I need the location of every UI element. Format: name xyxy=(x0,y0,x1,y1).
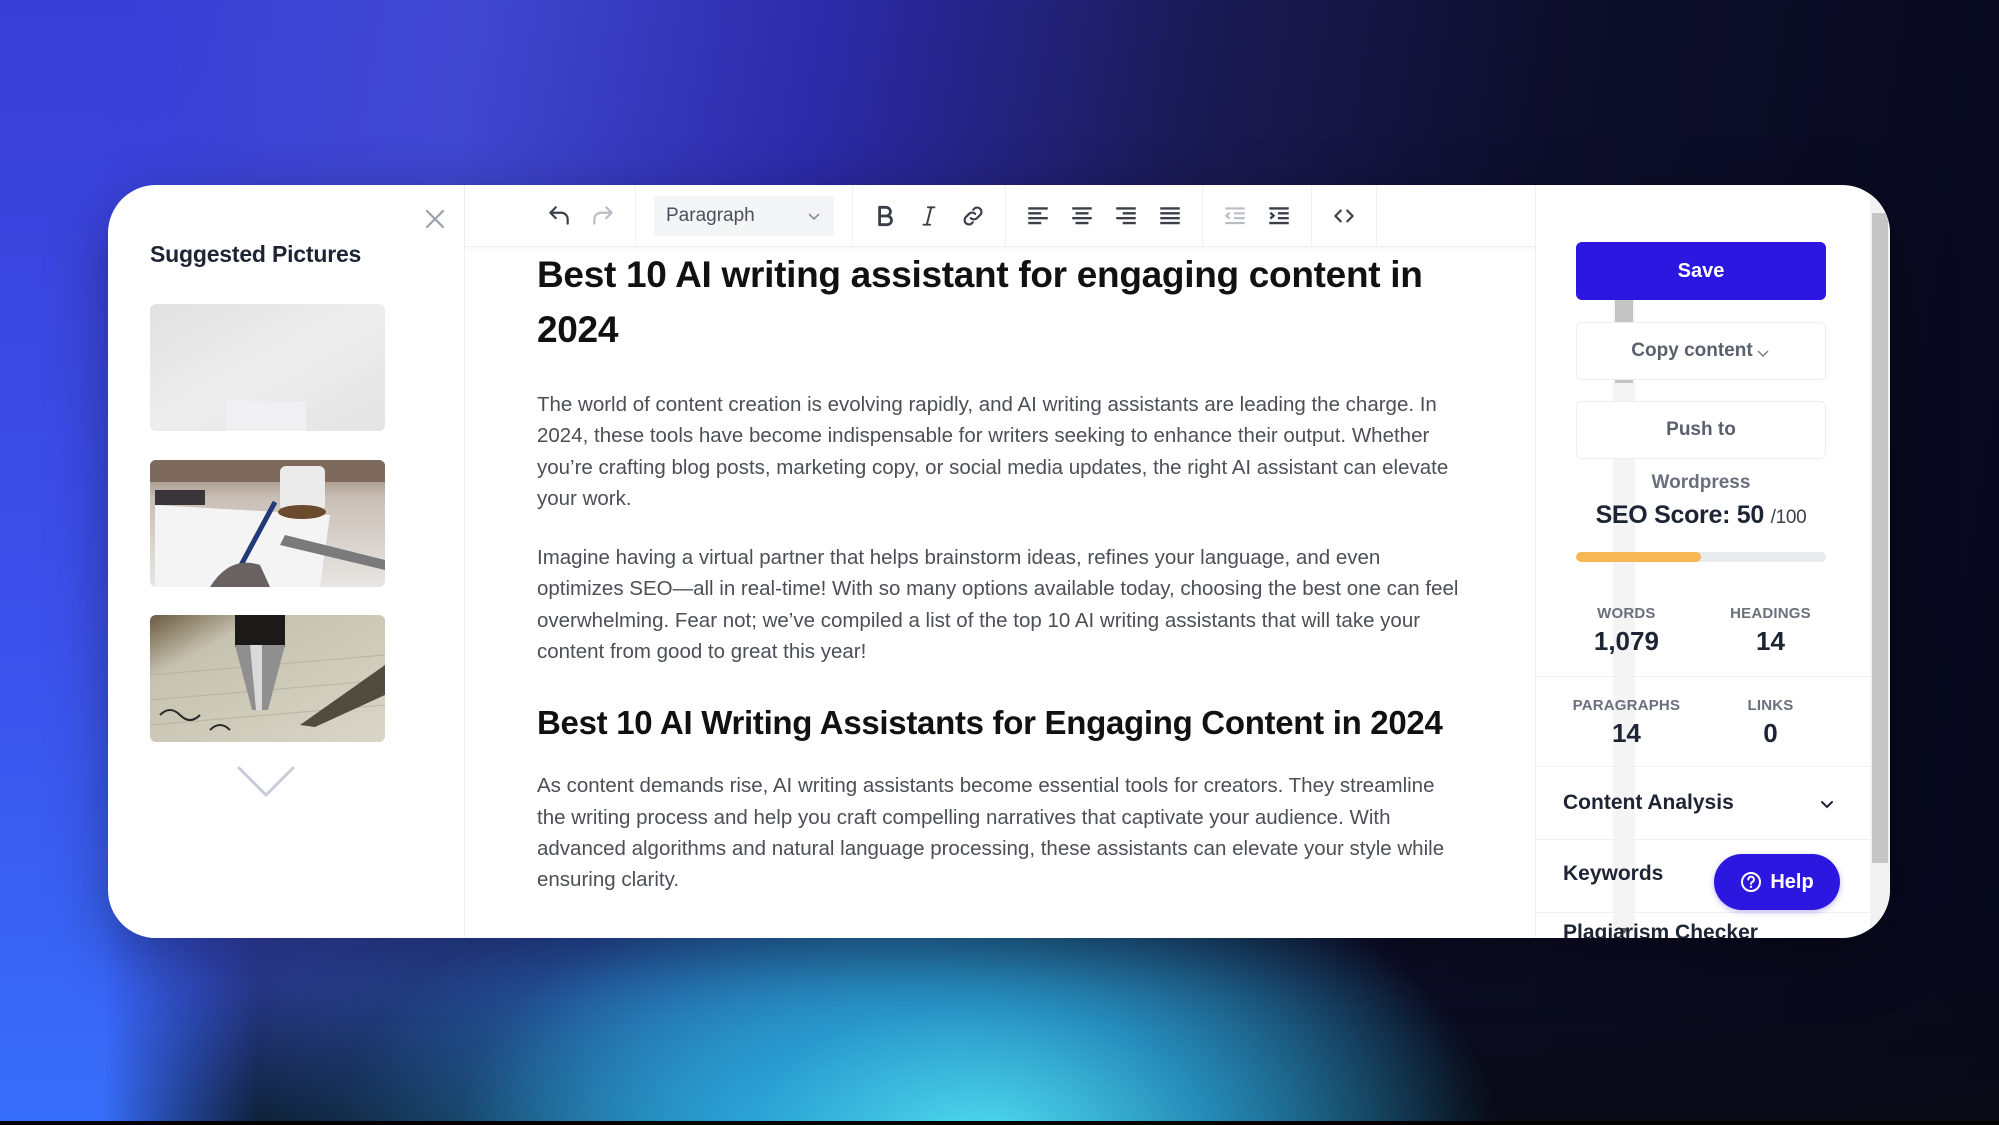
copy-content-button[interactable]: Copy content xyxy=(1576,322,1826,380)
align-center-icon xyxy=(1072,206,1092,224)
stat-label: PARAGRAPHS xyxy=(1572,697,1681,714)
seo-score-label: SEO Score: xyxy=(1595,501,1731,529)
stat-label: HEADINGS xyxy=(1730,605,1811,622)
more-pictures-button[interactable] xyxy=(236,765,296,799)
align-justify-button[interactable] xyxy=(1148,196,1192,236)
picture-blank-desk xyxy=(150,304,385,431)
push-to-button[interactable]: Push to xyxy=(1576,401,1826,459)
link-icon xyxy=(963,205,983,226)
stat-headings: HEADINGS 14 xyxy=(1697,595,1844,676)
picture-writing-coffee xyxy=(150,460,385,587)
seo-score-value: 50 xyxy=(1736,501,1765,529)
redo-button[interactable] xyxy=(581,196,625,236)
block-format-select[interactable]: Paragraph xyxy=(654,195,834,236)
redo-icon xyxy=(593,205,613,225)
indent-button[interactable] xyxy=(1257,196,1301,236)
align-right-button[interactable] xyxy=(1104,196,1148,236)
undo-button[interactable] xyxy=(537,196,581,236)
link-button[interactable] xyxy=(951,196,995,236)
rich-text-editor: Paragraph Best 10 AI writing assistant f… xyxy=(465,185,1635,938)
align-justify-icon xyxy=(1160,206,1180,224)
close-panel-button[interactable] xyxy=(421,205,449,233)
seo-score: SEO Score: 50 /100 xyxy=(1576,501,1826,530)
copy-content-label: Copy content xyxy=(1631,340,1753,361)
content-analysis-section[interactable]: Content Analysis xyxy=(1536,767,1871,840)
chevron-down-icon xyxy=(808,212,820,220)
suggested-picture[interactable] xyxy=(150,615,385,742)
italic-button[interactable] xyxy=(907,196,951,236)
plagiarism-checker-section[interactable]: Plagiarism Checker xyxy=(1536,913,1871,938)
section-heading: Best 10 AI Writing Assistants for Engagi… xyxy=(537,704,1443,742)
chevron-down-icon xyxy=(237,766,295,798)
panel-title: Suggested Pictures xyxy=(150,241,362,267)
section-title: Keywords xyxy=(1563,862,1664,885)
alignment-group xyxy=(1006,185,1203,246)
suggested-pictures-panel: Suggested Pictures xyxy=(108,185,465,938)
help-button[interactable]: Help xyxy=(1714,854,1840,910)
seo-score-max: /100 xyxy=(1770,507,1807,528)
stats-row: WORDS 1,079 HEADINGS 14 xyxy=(1536,595,1871,677)
block-format-value: Paragraph xyxy=(666,204,755,226)
code-icon xyxy=(1334,209,1354,222)
seo-sidebar: Save Copy content Push to Wordpress SEO … xyxy=(1535,185,1871,938)
stat-value: 0 xyxy=(1763,718,1778,748)
push-target-label: Wordpress xyxy=(1651,472,1751,493)
align-left-button[interactable] xyxy=(1016,196,1060,236)
undo-icon xyxy=(549,205,569,225)
align-left-icon xyxy=(1028,206,1048,224)
history-group xyxy=(465,185,636,246)
code-group xyxy=(1312,185,1377,246)
help-label: Help xyxy=(1770,870,1814,893)
chevron-down-icon xyxy=(1757,349,1769,357)
document-title: Best 10 AI writing assistant for engagin… xyxy=(537,254,1423,350)
scrollbar-thumb[interactable] xyxy=(1872,213,1888,863)
outdent-icon xyxy=(1224,206,1245,224)
block-format-group: Paragraph xyxy=(636,185,853,246)
bold-button[interactable] xyxy=(863,196,907,236)
align-center-button[interactable] xyxy=(1060,196,1104,236)
chevron-down-icon xyxy=(1821,801,1833,809)
suggested-picture[interactable] xyxy=(150,304,385,431)
editor-window: Suggested Pictures Paragraph Best 10 AI … xyxy=(108,185,1890,938)
question-circle-icon xyxy=(1741,872,1762,892)
section-title: Content Analysis xyxy=(1563,791,1734,814)
bold-icon xyxy=(878,205,893,226)
stat-value: 14 xyxy=(1611,718,1641,748)
sidebar-scrollbar[interactable] xyxy=(1870,185,1890,938)
picture-fountain-pen xyxy=(150,615,385,742)
paragraph: As content demands rise, AI writing assi… xyxy=(537,774,1445,892)
document-body[interactable]: Best 10 AI writing assistant for engagin… xyxy=(465,247,1515,938)
paragraph: The world of content creation is evolvin… xyxy=(537,393,1449,510)
stats-row: PARAGRAPHS 14 LINKS 0 xyxy=(1536,677,1871,767)
section-title: Plagiarism Checker xyxy=(1563,921,1758,938)
stat-words: WORDS 1,079 xyxy=(1536,595,1697,676)
indent-group xyxy=(1203,185,1312,246)
close-icon xyxy=(425,209,445,229)
paragraph: Imagine having a virtual partner that he… xyxy=(537,546,1459,664)
italic-icon xyxy=(922,205,936,226)
format-group xyxy=(853,185,1006,246)
editor-toolbar: Paragraph xyxy=(465,185,1535,247)
bottom-edge xyxy=(0,1121,1999,1125)
stat-label: WORDS xyxy=(1597,605,1656,622)
seo-progress-fill xyxy=(1576,552,1701,562)
stat-value: 1,079 xyxy=(1593,626,1659,656)
source-code-button[interactable] xyxy=(1322,196,1366,236)
align-right-icon xyxy=(1116,206,1136,224)
stat-label: LINKS xyxy=(1747,697,1794,714)
outdent-button[interactable] xyxy=(1213,196,1257,236)
stat-paragraphs: PARAGRAPHS 14 xyxy=(1536,677,1697,766)
indent-icon xyxy=(1269,206,1289,224)
stat-links: LINKS 0 xyxy=(1697,677,1844,766)
suggested-picture[interactable] xyxy=(150,460,385,587)
stat-value: 14 xyxy=(1756,626,1785,656)
seo-progress-bar xyxy=(1576,552,1826,562)
save-button[interactable]: Save xyxy=(1576,242,1826,300)
